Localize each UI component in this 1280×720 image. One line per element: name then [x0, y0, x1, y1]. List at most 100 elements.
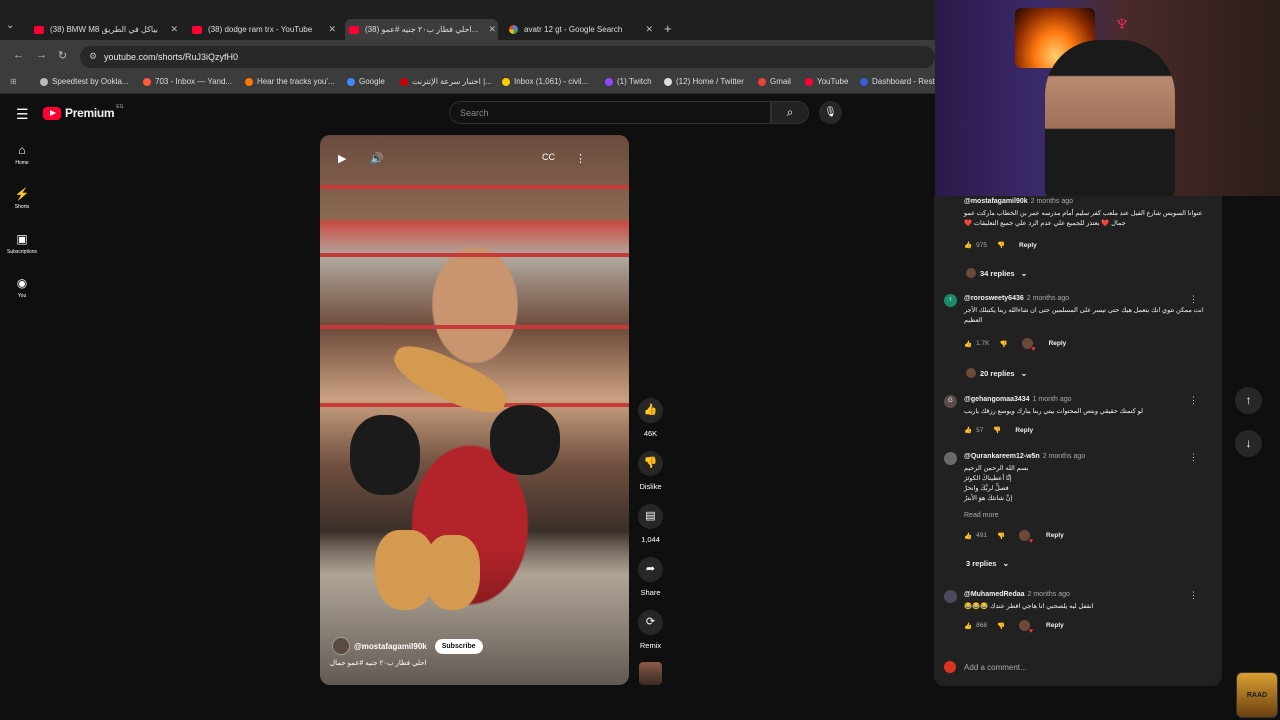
close-tab-icon[interactable]: ✕: [488, 24, 496, 35]
like-icon[interactable]: 👍: [964, 532, 972, 540]
previous-short-button[interactable]: ↑: [1235, 387, 1262, 414]
close-tab-icon[interactable]: ✕: [645, 24, 653, 35]
reload-icon[interactable]: ↻: [58, 49, 67, 62]
read-more-link[interactable]: Read more: [964, 512, 999, 519]
creator-heart-icon: [1019, 620, 1033, 635]
subscribe-button[interactable]: Subscribe: [434, 638, 483, 654]
bookmark-item[interactable]: Dashboard - Rest: [860, 77, 935, 86]
comment-author[interactable]: @MuhamedRedaa: [964, 591, 1025, 598]
dislike-icon[interactable]: 👎: [997, 241, 1005, 249]
browser-tab-bar: ⌄ (38) BMW M8 بياكل في الطريق ✕ (38) dod…: [0, 0, 935, 40]
rail-item-subscriptions[interactable]: ▣ Subscriptions: [0, 232, 44, 255]
captions-icon[interactable]: CC: [542, 152, 555, 162]
channel-handle[interactable]: @mostafagamil90k: [354, 642, 427, 651]
dislike-icon[interactable]: 👎: [993, 426, 1001, 434]
add-comment-input[interactable]: Add a comment...: [964, 663, 1027, 672]
subscriptions-icon: ▣: [16, 232, 28, 246]
rail-item-home[interactable]: ⌂ Home: [0, 143, 44, 166]
channel-avatar[interactable]: [332, 637, 350, 655]
comment-more-icon[interactable]: ⋮: [1189, 452, 1198, 463]
reply-button[interactable]: Reply: [1049, 340, 1067, 347]
bookmark-item[interactable]: (12) Home / Twitter: [664, 77, 744, 86]
dislike-icon[interactable]: 👎: [997, 622, 1005, 630]
close-tab-icon[interactable]: ✕: [170, 24, 178, 35]
browser-tab[interactable]: avatr 12 gt - Google Search ✕: [505, 19, 655, 40]
comment-author[interactable]: @rorosweety6436: [964, 295, 1024, 302]
remix-button[interactable]: ⟳ Remix: [635, 610, 666, 650]
browser-tab[interactable]: (38) BMW M8 بياكل في الطريق ✕: [30, 19, 180, 40]
bookmark-item[interactable]: Gmail: [758, 77, 791, 86]
short-video-player[interactable]: ▶ 🔊 CC ⋮ @mostafagamil90k Subscribe احلي…: [320, 135, 629, 685]
bookmark-favicon-icon: [245, 77, 253, 86]
comment-more-icon[interactable]: ⋮: [1189, 590, 1198, 601]
commenter-avatar[interactable]: G: [944, 395, 957, 408]
reply-button[interactable]: Reply: [1019, 242, 1037, 249]
address-bar[interactable]: ⚙ youtube.com/shorts/RuJ3iQzyfH0: [80, 46, 935, 68]
search-button[interactable]: ⌕: [771, 101, 809, 124]
play-icon[interactable]: ▶: [338, 152, 346, 165]
rail-item-you[interactable]: ◉ You: [0, 276, 44, 299]
comment-like-count: 491: [976, 532, 987, 539]
youtube-play-logo-icon: [43, 106, 61, 120]
like-icon[interactable]: 👍: [964, 340, 972, 348]
more-options-icon[interactable]: ⋮: [575, 152, 586, 165]
bookmark-favicon-icon: [143, 77, 151, 86]
comment-author[interactable]: @Qurankareem12-w5n: [964, 453, 1040, 460]
like-button[interactable]: 👍 46K: [635, 398, 666, 438]
bookmark-label: Gmail: [770, 77, 791, 86]
comment-more-icon[interactable]: ⋮: [1189, 294, 1198, 305]
short-title[interactable]: احلي فطار ب٢٠ جنيه #عمو جمال: [330, 659, 427, 667]
bookmark-item[interactable]: Inbox (1,061) - civil...: [502, 77, 588, 86]
reply-button[interactable]: Reply: [1046, 532, 1064, 539]
reply-button[interactable]: Reply: [1046, 622, 1064, 629]
voice-search-button[interactable]: 🎙: [819, 101, 842, 124]
commenter-avatar[interactable]: [944, 452, 957, 465]
comment-more-icon[interactable]: ⋮: [1189, 395, 1198, 406]
bookmark-item[interactable]: (1) Twitch: [605, 77, 652, 86]
bookmark-item[interactable]: 703 - Inbox — Yand...: [143, 77, 232, 86]
sound-thumbnail[interactable]: [639, 662, 662, 685]
view-replies-button[interactable]: 3 replies ⌄: [966, 559, 1009, 568]
like-icon[interactable]: 👍: [964, 241, 972, 249]
next-short-button[interactable]: ↓: [1235, 430, 1262, 457]
url-text[interactable]: youtube.com/shorts/RuJ3iQzyfH0: [104, 52, 238, 62]
bookmark-item[interactable]: Google: [347, 77, 385, 86]
comment-like-count: 1.7K: [976, 340, 990, 347]
add-comment-bar[interactable]: Add a comment...: [934, 656, 1222, 678]
bookmark-item[interactable]: اختبار سرعة الإنترنت |...: [400, 77, 492, 86]
site-info-icon[interactable]: ⚙: [89, 51, 97, 62]
rail-item-shorts[interactable]: ⚡ Shorts: [0, 187, 44, 210]
reply-button[interactable]: Reply: [1015, 427, 1033, 434]
comment-icon: ▤: [638, 504, 663, 529]
youtube-premium-logo[interactable]: Premium EG: [43, 104, 124, 120]
comment-text-line: بسم الله الرحمن الرحيم: [964, 465, 1029, 472]
new-tab-button[interactable]: +: [664, 21, 672, 36]
commenter-avatar[interactable]: [944, 590, 957, 603]
view-replies-button[interactable]: 20 replies ⌄: [966, 368, 1027, 378]
like-icon[interactable]: 👍: [964, 426, 972, 434]
view-replies-button[interactable]: 34 replies ⌄: [966, 268, 1027, 278]
commenter-avatar[interactable]: r: [944, 294, 957, 307]
back-icon[interactable]: ←: [13, 49, 24, 61]
forward-icon[interactable]: →: [36, 49, 47, 61]
bookmark-item[interactable]: YouTube: [805, 77, 848, 86]
comment-text-line: إنَّ شانئكَ هوَ الأبترُ: [964, 495, 1013, 502]
bookmark-item[interactable]: Hear the tracks you'...: [245, 77, 335, 86]
dislike-icon[interactable]: 👎: [999, 340, 1007, 348]
tab-search-chevron-icon[interactable]: ⌄: [6, 20, 20, 34]
dislike-icon[interactable]: 👎: [997, 532, 1005, 540]
like-icon[interactable]: 👍: [964, 622, 972, 630]
bookmark-item[interactable]: Speedtest by Ookla...: [40, 77, 129, 86]
comment-author[interactable]: @mostafagamil90k: [964, 198, 1028, 205]
share-button[interactable]: ➦ Share: [635, 557, 666, 597]
search-input[interactable]: Search: [449, 101, 771, 124]
hamburger-menu-icon[interactable]: ☰: [16, 106, 29, 123]
browser-tab[interactable]: (38) dodge ram trx - YouTube ✕: [188, 19, 338, 40]
comment-author[interactable]: @gehangomaa3434: [964, 396, 1030, 403]
volume-icon[interactable]: 🔊: [370, 152, 384, 165]
dislike-button[interactable]: 👎 Dislike: [635, 451, 666, 491]
browser-tab-active[interactable]: (38) احلي فطار ب٢٠ جنيه #عمو... ✕: [345, 19, 498, 40]
apps-icon[interactable]: ⊞: [10, 77, 17, 86]
close-tab-icon[interactable]: ✕: [328, 24, 336, 35]
comments-button[interactable]: ▤ 1,044: [635, 504, 666, 544]
